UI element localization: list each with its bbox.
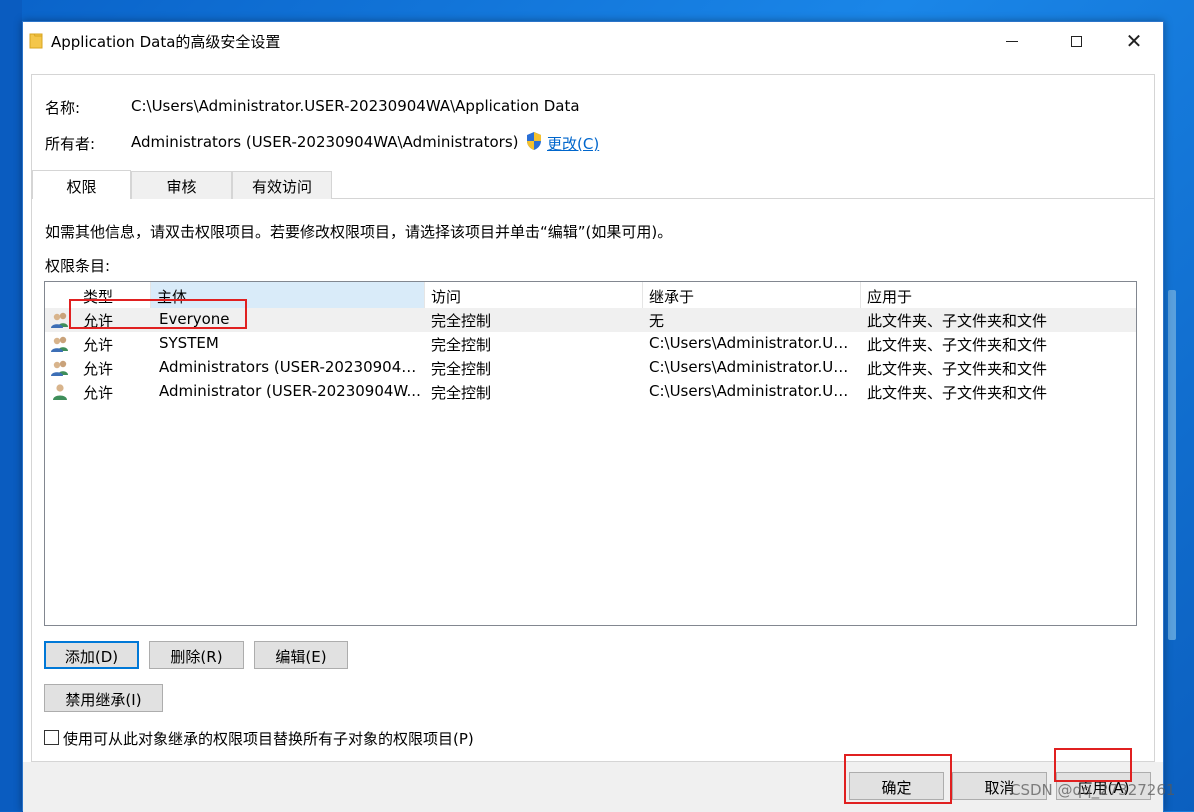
- tab-effective-access[interactable]: 有效访问: [232, 171, 332, 199]
- owner-value: Administrators (USER-20230904WA\Administ…: [131, 133, 519, 151]
- row-principal: Administrator (USER-20230904W...: [159, 382, 421, 400]
- dialog-content: 名称: C:\Users\Administrator.USER-20230904…: [31, 74, 1155, 762]
- disable-inheritance-button[interactable]: 禁用继承(I): [44, 684, 163, 712]
- edit-button[interactable]: 编辑(E): [254, 641, 348, 669]
- row-principal: Administrators (USER-20230904W...: [159, 358, 421, 376]
- name-value: C:\Users\Administrator.USER-20230904WA\A…: [131, 97, 580, 115]
- row-inherited-from: C:\Users\Administrator.US...: [649, 358, 857, 376]
- maximize-icon: [1070, 35, 1082, 47]
- table-row[interactable]: 允许 Administrator (USER-20230904W... 完全控制…: [45, 380, 1136, 404]
- column-header-applies-to[interactable]: 应用于: [861, 282, 1136, 308]
- maximize-button[interactable]: [1047, 22, 1105, 60]
- folder-icon: [29, 33, 43, 49]
- annotation-box-apply: [1054, 748, 1132, 782]
- annotation-box-ok: [844, 754, 952, 804]
- uac-shield-icon: [527, 132, 541, 150]
- row-type: 允许: [83, 336, 114, 354]
- group-user-icon: [51, 312, 68, 328]
- column-header-inherited-from[interactable]: 继承于: [643, 282, 861, 308]
- group-user-icon: [51, 360, 68, 376]
- desktop-scrollbar-fragment: [1168, 290, 1176, 640]
- dialog-button-bar: 确定 取消 应用(A): [23, 762, 1163, 812]
- row-applies-to: 此文件夹、子文件夹和文件: [867, 336, 1048, 354]
- row-inherited-from: C:\Users\Administrator.US...: [649, 334, 857, 352]
- row-access: 完全控制: [431, 312, 492, 330]
- row-access: 完全控制: [431, 336, 492, 354]
- tab-permissions[interactable]: 权限: [32, 170, 131, 199]
- close-icon: ✕: [1125, 29, 1143, 53]
- row-applies-to: 此文件夹、子文件夹和文件: [867, 312, 1048, 330]
- minimize-button[interactable]: [983, 22, 1041, 60]
- replace-child-permissions-checkbox[interactable]: [44, 730, 59, 745]
- single-user-icon: [53, 384, 67, 400]
- watermark: CSDN @qq_27327261: [1010, 781, 1176, 799]
- row-type: 允许: [83, 360, 114, 378]
- add-button[interactable]: 添加(D): [44, 641, 139, 669]
- remove-button[interactable]: 删除(R): [149, 641, 244, 669]
- minimize-icon: [1006, 40, 1018, 42]
- row-access: 完全控制: [431, 360, 492, 378]
- desktop-background: [0, 0, 22, 811]
- close-button[interactable]: ✕: [1105, 22, 1163, 60]
- name-label: 名称:: [45, 99, 81, 117]
- replace-child-permissions-label[interactable]: 使用可从此对象继承的权限项目替换所有子对象的权限项目(P): [63, 728, 474, 749]
- row-applies-to: 此文件夹、子文件夹和文件: [867, 360, 1048, 378]
- row-applies-to: 此文件夹、子文件夹和文件: [867, 384, 1048, 402]
- tab-auditing[interactable]: 审核: [131, 171, 232, 199]
- table-row[interactable]: 允许 Administrators (USER-20230904W... 完全控…: [45, 356, 1136, 380]
- row-inherited-from: 无: [649, 312, 665, 330]
- column-header-access[interactable]: 访问: [425, 282, 643, 308]
- table-row[interactable]: 允许 SYSTEM 完全控制 C:\Users\Administrator.US…: [45, 332, 1136, 356]
- advanced-security-window: Application Data的高级安全设置 ✕ 名称: C:\Users\A…: [22, 21, 1164, 812]
- row-type: 允许: [83, 384, 114, 402]
- row-inherited-from: C:\Users\Administrator.US...: [649, 382, 857, 400]
- annotation-box-everyone: [69, 299, 247, 329]
- change-owner-link[interactable]: 更改(C): [547, 133, 599, 154]
- window-title: Application Data的高级安全设置: [51, 33, 281, 51]
- group-user-icon: [51, 336, 68, 352]
- row-principal: SYSTEM: [159, 334, 219, 352]
- permission-entries-list[interactable]: 类型 主体 访问 继承于 应用于 允许 Everyone 完全控制 无 此文件夹…: [44, 281, 1137, 626]
- row-access: 完全控制: [431, 384, 492, 402]
- tab-bar: 权限 审核 有效访问: [32, 170, 1154, 199]
- owner-label: 所有者:: [45, 135, 96, 153]
- title-bar[interactable]: Application Data的高级安全设置 ✕: [23, 22, 1163, 60]
- permission-entries-label: 权限条目:: [45, 257, 111, 275]
- info-text: 如需其他信息，请双击权限项目。若要修改权限项目，请选择该项目并单击“编辑”(如果…: [45, 223, 673, 241]
